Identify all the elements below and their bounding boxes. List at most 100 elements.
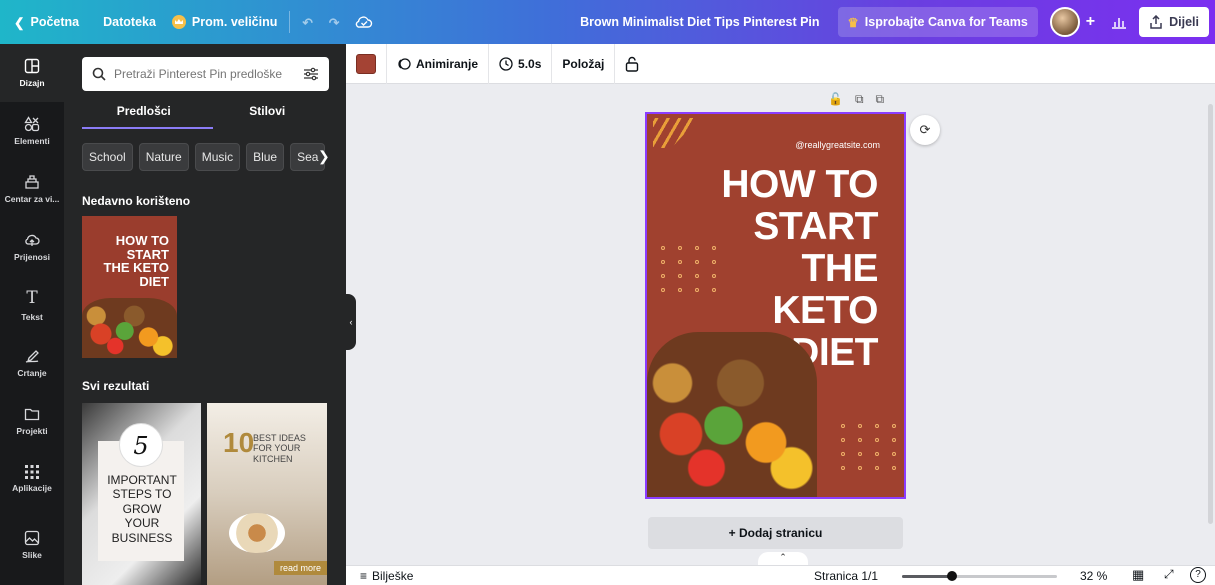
- chip-nature[interactable]: Nature: [138, 143, 189, 171]
- rail-label: Dizajn: [19, 78, 45, 88]
- category-chips: School Nature Music Blue Sea: [82, 143, 326, 171]
- ai-suggest-button[interactable]: ⟳: [910, 115, 940, 145]
- rail-item-brand[interactable]: Centar za vi...: [0, 160, 64, 218]
- zoom-slider-fill: [902, 575, 952, 578]
- food-basket-image: [82, 298, 177, 358]
- duplicate-page-icon[interactable]: ⧉: [855, 92, 864, 107]
- all-results-heading: Svi rezultati: [82, 379, 150, 393]
- food-basket-image[interactable]: [647, 332, 817, 497]
- result-template-thumb[interactable]: 10 BEST IDEAS FOR YOUR KITCHEN read more: [207, 403, 327, 585]
- food-plate-image: [229, 513, 285, 553]
- chevron-right-icon[interactable]: ❯: [318, 148, 330, 165]
- animate-button[interactable]: Animiranje: [387, 43, 490, 84]
- collaborators[interactable]: +: [1042, 7, 1103, 37]
- rail-label: Crtanje: [17, 368, 47, 378]
- recent-template-thumb[interactable]: HOW TO START THE KETO DIET: [82, 216, 177, 358]
- chip-blue[interactable]: Blue: [246, 143, 285, 171]
- notes-label: Bilješke: [372, 569, 414, 583]
- dot-grid-decoration: [841, 424, 896, 470]
- show-pages-toggle[interactable]: ⌃: [758, 552, 808, 565]
- file-menu-button[interactable]: Datoteka: [95, 7, 164, 37]
- avatar[interactable]: [1049, 7, 1080, 37]
- rail-item-photos[interactable]: Slike: [0, 516, 64, 574]
- search-input[interactable]: [114, 67, 295, 81]
- rail-item-uploads[interactable]: Prijenosi: [0, 218, 64, 276]
- redo-icon: ↷: [328, 15, 340, 30]
- zoom-level[interactable]: 32 %: [1080, 569, 1107, 583]
- rail-item-text[interactable]: T Tekst: [0, 276, 64, 334]
- cloud-save-button[interactable]: [347, 7, 381, 37]
- resize-button[interactable]: Prom. veličinu: [164, 7, 285, 37]
- page-indicator[interactable]: Stranica 1/1: [814, 569, 878, 583]
- side-rail: Dizajn Elementi Centar za vi... Prijenos…: [0, 44, 64, 585]
- share-button[interactable]: Dijeli: [1139, 7, 1209, 37]
- folder-icon: [24, 408, 40, 421]
- duration-button[interactable]: 5.0s: [489, 43, 553, 84]
- editor-toolbar: Animiranje 5.0s Položaj: [346, 43, 1215, 84]
- help-icon[interactable]: ?: [1190, 567, 1206, 583]
- notes-button[interactable]: ≡ Bilješke: [360, 569, 413, 583]
- chevron-left-icon: ❮: [14, 15, 25, 30]
- read-more-label: read more: [273, 561, 327, 575]
- resize-label: Prom. veličinu: [191, 15, 278, 29]
- title-line: START: [753, 205, 878, 249]
- vertical-scrollbar[interactable]: [1206, 84, 1215, 565]
- rail-label: Elementi: [14, 136, 50, 146]
- brand-icon: [25, 175, 39, 189]
- number-title: 10: [223, 427, 255, 458]
- insights-button[interactable]: [1103, 7, 1135, 37]
- animate-label: Animiranje: [416, 56, 479, 71]
- dot-grid-decoration: [661, 246, 716, 292]
- site-url: @reallygreatsite.com: [795, 140, 880, 150]
- notes-icon: ≡: [360, 569, 368, 583]
- upload-cloud-icon: [25, 234, 40, 246]
- rail-item-apps[interactable]: Aplikacije: [0, 450, 64, 508]
- home-button[interactable]: ❮ Početna: [6, 7, 87, 37]
- undo-button[interactable]: ↶: [294, 7, 320, 37]
- add-page-icon[interactable]: ⧉: [876, 92, 885, 107]
- position-button[interactable]: Položaj: [552, 43, 616, 84]
- zoom-slider[interactable]: [902, 571, 1057, 581]
- add-page-button[interactable]: + Dodaj stranicu: [648, 517, 903, 549]
- animate-icon: [398, 57, 411, 70]
- undo-icon: ↶: [302, 15, 313, 30]
- redo-button[interactable]: ↷: [321, 7, 347, 37]
- divider: [289, 11, 291, 33]
- document-title[interactable]: Brown Minimalist Diet Tips Pinterest Pin: [572, 7, 827, 37]
- recent-heading: Nedavno korišteno: [82, 194, 191, 208]
- zoom-slider-knob[interactable]: [946, 571, 957, 581]
- layout-icon: [24, 58, 40, 74]
- chip-music[interactable]: Music: [194, 143, 241, 171]
- fullscreen-icon[interactable]: ⤢: [1164, 567, 1174, 582]
- design-page[interactable]: @reallygreatsite.com HOW TO START THE KE…: [645, 112, 906, 499]
- add-collaborator-icon[interactable]: +: [1086, 13, 1095, 31]
- grid-view-icon[interactable]: ▦: [1132, 567, 1144, 583]
- rail-label: Prijenosi: [14, 252, 50, 262]
- try-teams-button[interactable]: ♛ Isprobajte Canva for Teams: [837, 7, 1038, 37]
- rail-item-projects[interactable]: Projekti: [0, 392, 64, 450]
- crown-small-icon: ♛: [847, 15, 859, 30]
- search-box[interactable]: [82, 57, 329, 91]
- rail-item-elements[interactable]: Elementi: [0, 102, 64, 160]
- rail-label: Tekst: [21, 312, 43, 322]
- rail-label: Aplikacije: [12, 483, 52, 493]
- color-picker[interactable]: [346, 43, 387, 84]
- rail-label: Centar za vi...: [4, 194, 60, 204]
- title-line: HOW TO: [721, 163, 878, 206]
- result-template-thumb[interactable]: 5 IMPORTANT STEPS TO GROW YOUR BUSINESS: [82, 403, 201, 585]
- templates-panel: Predlošci Stilovi School Nature Music Bl…: [64, 44, 346, 585]
- home-label: Početna: [30, 15, 80, 29]
- tab-styles[interactable]: Stilovi: [206, 104, 330, 130]
- color-swatch: [356, 53, 376, 74]
- lock-button[interactable]: [615, 44, 649, 84]
- chip-school[interactable]: School: [82, 143, 133, 171]
- image-icon: [24, 530, 40, 546]
- rail-item-design[interactable]: Dizajn: [0, 44, 64, 102]
- duration-label: 5.0s: [518, 56, 542, 71]
- collapse-panel-button[interactable]: ‹: [346, 294, 356, 350]
- top-bar: ❮ Početna Datoteka Prom. veličinu ↶ ↷ Br…: [0, 0, 1215, 44]
- lock-page-icon[interactable]: 🔓: [828, 92, 843, 107]
- title-line: THE: [801, 247, 879, 291]
- rail-item-draw[interactable]: Crtanje: [0, 334, 64, 392]
- filter-sliders-icon[interactable]: [303, 67, 319, 81]
